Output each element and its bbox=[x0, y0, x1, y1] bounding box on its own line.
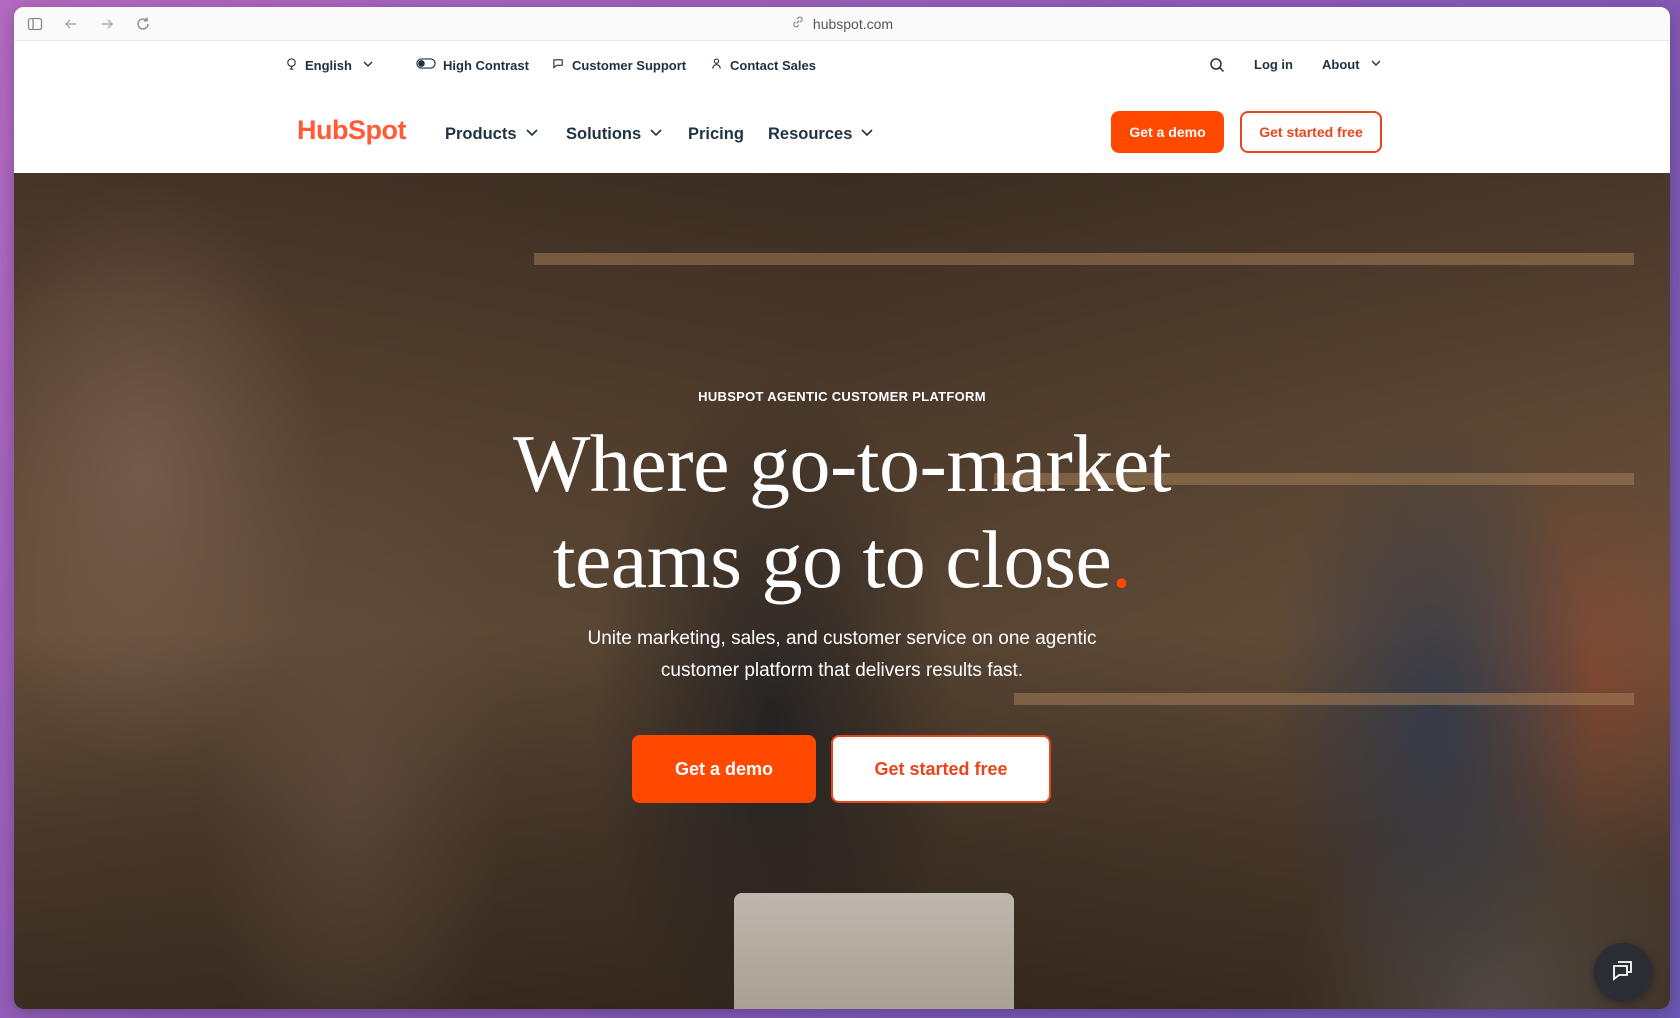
utility-bar: English High Contrast Customer Support C… bbox=[14, 41, 1670, 91]
log-in-link[interactable]: Log in bbox=[1254, 57, 1293, 72]
hero-get-demo-button[interactable]: Get a demo bbox=[632, 735, 816, 803]
browser-toolbar: hubspot.com bbox=[14, 7, 1670, 41]
browser-window: hubspot.com English High Contrast Custom… bbox=[14, 7, 1670, 1009]
search-button[interactable] bbox=[1209, 57, 1225, 76]
nav-get-started-button[interactable]: Get started free bbox=[1240, 111, 1382, 153]
nav-products-label: Products bbox=[445, 125, 517, 143]
nav-get-demo-button[interactable]: Get a demo bbox=[1111, 111, 1224, 153]
link-icon bbox=[791, 15, 805, 32]
chevron-down-icon bbox=[525, 125, 539, 144]
subtitle-line-1: Unite marketing, sales, and customer ser… bbox=[587, 628, 1097, 649]
customer-support-label: Customer Support bbox=[572, 57, 687, 73]
subtitle-line-2: customer platform that delivers results … bbox=[660, 660, 1024, 681]
nav-pricing[interactable]: Pricing bbox=[688, 125, 744, 144]
chevron-down-icon bbox=[359, 58, 374, 73]
headline-line-1: Where go-to-market bbox=[512, 418, 1172, 509]
contact-sales-link[interactable]: Contact Sales bbox=[710, 57, 816, 73]
hero-eyebrow: HUBSPOT AGENTIC CUSTOMER PLATFORM bbox=[698, 389, 986, 404]
hubspot-logo[interactable]: HubSpot bbox=[297, 115, 406, 146]
nav-resources-label: Resources bbox=[768, 125, 853, 143]
hero-section: HUBSPOT AGENTIC CUSTOMER PLATFORM Where … bbox=[14, 173, 1670, 1009]
headline-line-2-text: teams go to close bbox=[552, 514, 1112, 605]
headline-accent-dot: . bbox=[1111, 514, 1132, 605]
high-contrast-toggle[interactable]: High Contrast bbox=[416, 57, 529, 73]
headline-line-2: teams go to close. bbox=[14, 512, 1670, 608]
hero-headline: Where go-to-market teams go to close. bbox=[14, 416, 1670, 608]
nav-solutions[interactable]: Solutions bbox=[566, 125, 663, 144]
nav-products[interactable]: Products bbox=[445, 125, 539, 144]
log-in-label: Log in bbox=[1254, 57, 1293, 72]
chevron-down-icon bbox=[1367, 57, 1382, 72]
hero-subtitle: Unite marketing, sales, and customer ser… bbox=[14, 623, 1670, 687]
chat-widget-button[interactable] bbox=[1594, 943, 1652, 1001]
chevron-down-icon bbox=[649, 125, 663, 144]
url-text: hubspot.com bbox=[812, 15, 894, 32]
reload-icon[interactable] bbox=[134, 15, 152, 33]
search-icon bbox=[1209, 57, 1225, 76]
contact-sales-label: Contact Sales bbox=[730, 57, 816, 73]
address-bar[interactable]: hubspot.com bbox=[791, 15, 893, 32]
chat-bubble-icon bbox=[552, 57, 565, 73]
language-selector[interactable]: English bbox=[285, 57, 374, 73]
nav-pricing-label: Pricing bbox=[688, 125, 744, 143]
main-navigation: HubSpot Products Solutions Pricing Resou… bbox=[14, 91, 1670, 173]
hero-get-started-button[interactable]: Get started free bbox=[831, 735, 1051, 803]
nav-resources[interactable]: Resources bbox=[768, 125, 874, 144]
high-contrast-label: High Contrast bbox=[443, 57, 529, 73]
back-arrow-icon[interactable] bbox=[62, 15, 80, 33]
customer-support-link[interactable]: Customer Support bbox=[552, 57, 686, 73]
toggle-icon bbox=[416, 57, 436, 73]
about-menu[interactable]: About bbox=[1322, 57, 1382, 72]
chat-icon bbox=[1609, 956, 1637, 989]
globe-icon bbox=[285, 57, 298, 73]
forward-arrow-icon[interactable] bbox=[98, 15, 116, 33]
person-icon bbox=[710, 57, 723, 73]
about-label: About bbox=[1322, 57, 1360, 72]
chevron-down-icon bbox=[860, 125, 874, 144]
language-label: English bbox=[305, 57, 352, 73]
nav-solutions-label: Solutions bbox=[566, 125, 642, 143]
sidebar-toggle-icon[interactable] bbox=[26, 15, 44, 33]
